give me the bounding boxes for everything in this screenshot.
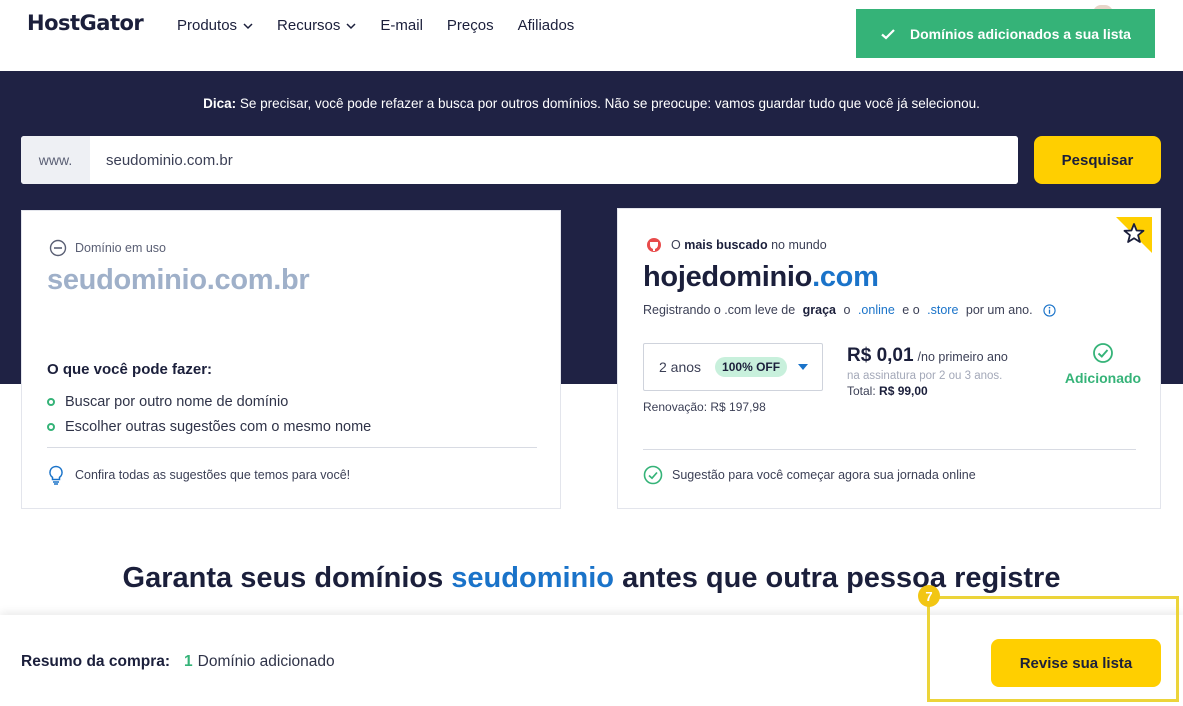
period-value: 2 anos: [659, 359, 702, 375]
hostgator-logo[interactable]: HostGator: [27, 11, 144, 35]
nav-precos[interactable]: Preços: [447, 17, 494, 34]
period-select[interactable]: 2 anos 100% OFF: [643, 343, 823, 391]
suggestion-footer-text: Sugestão para você começar agora sua jor…: [672, 468, 976, 482]
page-headline: Garanta seus domínios seudominio antes q…: [0, 562, 1183, 595]
toast-text: Domínios adicionados a sua lista: [910, 25, 1131, 42]
headline-keyword: seudominio: [451, 562, 615, 594]
price-amount: R$ 0,01: [847, 345, 914, 366]
star-icon[interactable]: [1116, 217, 1152, 253]
nav-email-label: E-mail: [380, 17, 423, 34]
promo-free: graça: [802, 303, 837, 317]
domain-count-text: Domínio adicionado: [197, 653, 335, 670]
nav-recursos-label: Recursos: [277, 17, 341, 34]
domain-search-input[interactable]: [90, 136, 1018, 184]
discount-badge: 100% OFF: [715, 357, 788, 377]
headline-after: antes que outra pessoa registre: [614, 562, 1061, 594]
price-block: R$ 0,01/no primeiro ano na assinatura po…: [847, 345, 1008, 398]
search-button[interactable]: Pesquisar: [1034, 136, 1161, 184]
trophy-icon: [647, 238, 661, 252]
option-text: Buscar por outro nome de domínio: [65, 393, 289, 410]
nav-afiliados-label: Afiliados: [517, 17, 575, 34]
total-value: R$ 99,00: [879, 384, 928, 398]
success-toast: Domínios adicionados a sua lista: [856, 9, 1155, 58]
price-period: /no primeiro ano: [917, 350, 1008, 364]
divider: [47, 447, 537, 448]
suggestions-tip-text[interactable]: Confira todas as sugestões que temos par…: [75, 468, 350, 482]
domain-count: 1: [184, 653, 193, 670]
nav-produtos[interactable]: Produtos: [177, 17, 253, 34]
purchase-summary: Resumo da compra: 1 Domínio adicionado: [21, 653, 335, 671]
list-item: Escolher outras sugestões com o mesmo no…: [47, 414, 371, 439]
price-note: na assinatura por 2 ou 3 anos.: [847, 370, 1003, 382]
suggestions-tip: Confira todas as sugestões que temos par…: [47, 465, 350, 485]
promo-part: e o: [902, 303, 920, 317]
suggested-domain-name: hojedominio.com: [643, 261, 879, 294]
check-circle-icon: [643, 465, 663, 485]
nav-produtos-label: Produtos: [177, 17, 238, 34]
unavailable-domain-card: Domínio em uso seudominio.com.br O que v…: [21, 210, 561, 509]
promo-store-tld: .store: [927, 303, 959, 317]
minus-circle-icon: [49, 239, 67, 257]
step-badge: 7: [918, 585, 940, 607]
domain-name: hojedominio: [643, 261, 813, 293]
tip-label: Dica:: [203, 96, 237, 111]
www-prefix: www.: [21, 136, 90, 184]
promo-text: Registrando o .com leve de graça o .onli…: [643, 303, 1056, 317]
suggested-domain-card: O mais buscado no mundo hojedominio.com …: [617, 208, 1161, 509]
info-icon[interactable]: [1042, 303, 1056, 317]
domain-status: Domínio em uso: [49, 239, 166, 257]
popular-bold: mais buscado: [684, 238, 768, 252]
headline-before: Garanta seus domínios: [122, 562, 452, 594]
search-tip: Dica: Se precisar, você pode refazer a b…: [0, 96, 1183, 111]
domain-tld: .com: [812, 261, 879, 293]
popular-prefix: O: [671, 238, 681, 252]
nav-precos-label: Preços: [446, 17, 494, 34]
bullet-icon: [47, 397, 55, 406]
domain-search-box: www.: [21, 136, 1018, 184]
options-list: Buscar por outro nome de domínio Escolhe…: [47, 389, 371, 439]
options-title: O que você pode fazer:: [47, 361, 213, 378]
main-nav: Produtos Recursos E-mail Preços Afiliado…: [177, 17, 598, 34]
promo-online-tld: .online: [857, 303, 895, 317]
check-circle-icon: [1093, 343, 1113, 363]
caret-down-icon: [798, 364, 809, 370]
promo-part: o: [843, 303, 851, 317]
divider: [643, 449, 1136, 450]
domain-status-text: Domínio em uso: [75, 241, 167, 255]
lightbulb-icon: [49, 465, 63, 485]
list-item: Buscar por outro nome de domínio: [47, 389, 371, 414]
nav-afiliados[interactable]: Afiliados: [518, 17, 575, 34]
bullet-icon: [47, 422, 55, 431]
suggestion-footer: Sugestão para você começar agora sua jor…: [643, 465, 976, 485]
chevron-down-icon: [346, 22, 356, 29]
renewal-price: Renovação: R$ 197,98: [643, 400, 766, 414]
popular-label: O mais buscado no mundo: [645, 236, 827, 254]
promo-part: por um ano.: [965, 303, 1033, 317]
popular-suffix: no mundo: [771, 238, 827, 252]
option-text: Escolher outras sugestões com o mesmo no…: [65, 418, 372, 435]
promo-part: Registrando o .com leve de: [643, 303, 796, 317]
summary-label: Resumo da compra:: [21, 653, 171, 670]
tip-text: Se precisar, você pode refazer a busca p…: [236, 96, 980, 111]
added-status[interactable]: Adicionado: [1058, 342, 1148, 386]
top-header: HostGator Produtos Recursos E-mail Preço…: [0, 0, 1183, 71]
total-label: Total:: [847, 384, 876, 398]
nav-email[interactable]: E-mail: [380, 17, 423, 34]
price-total: Total: R$ 99,00: [847, 384, 1008, 398]
added-label: Adicionado: [1064, 370, 1142, 386]
check-icon: [881, 28, 895, 40]
nav-recursos[interactable]: Recursos: [277, 17, 356, 34]
taken-domain-name: seudominio.com.br: [47, 264, 310, 296]
tutorial-highlight: [927, 596, 1179, 702]
chevron-down-icon: [243, 22, 253, 29]
